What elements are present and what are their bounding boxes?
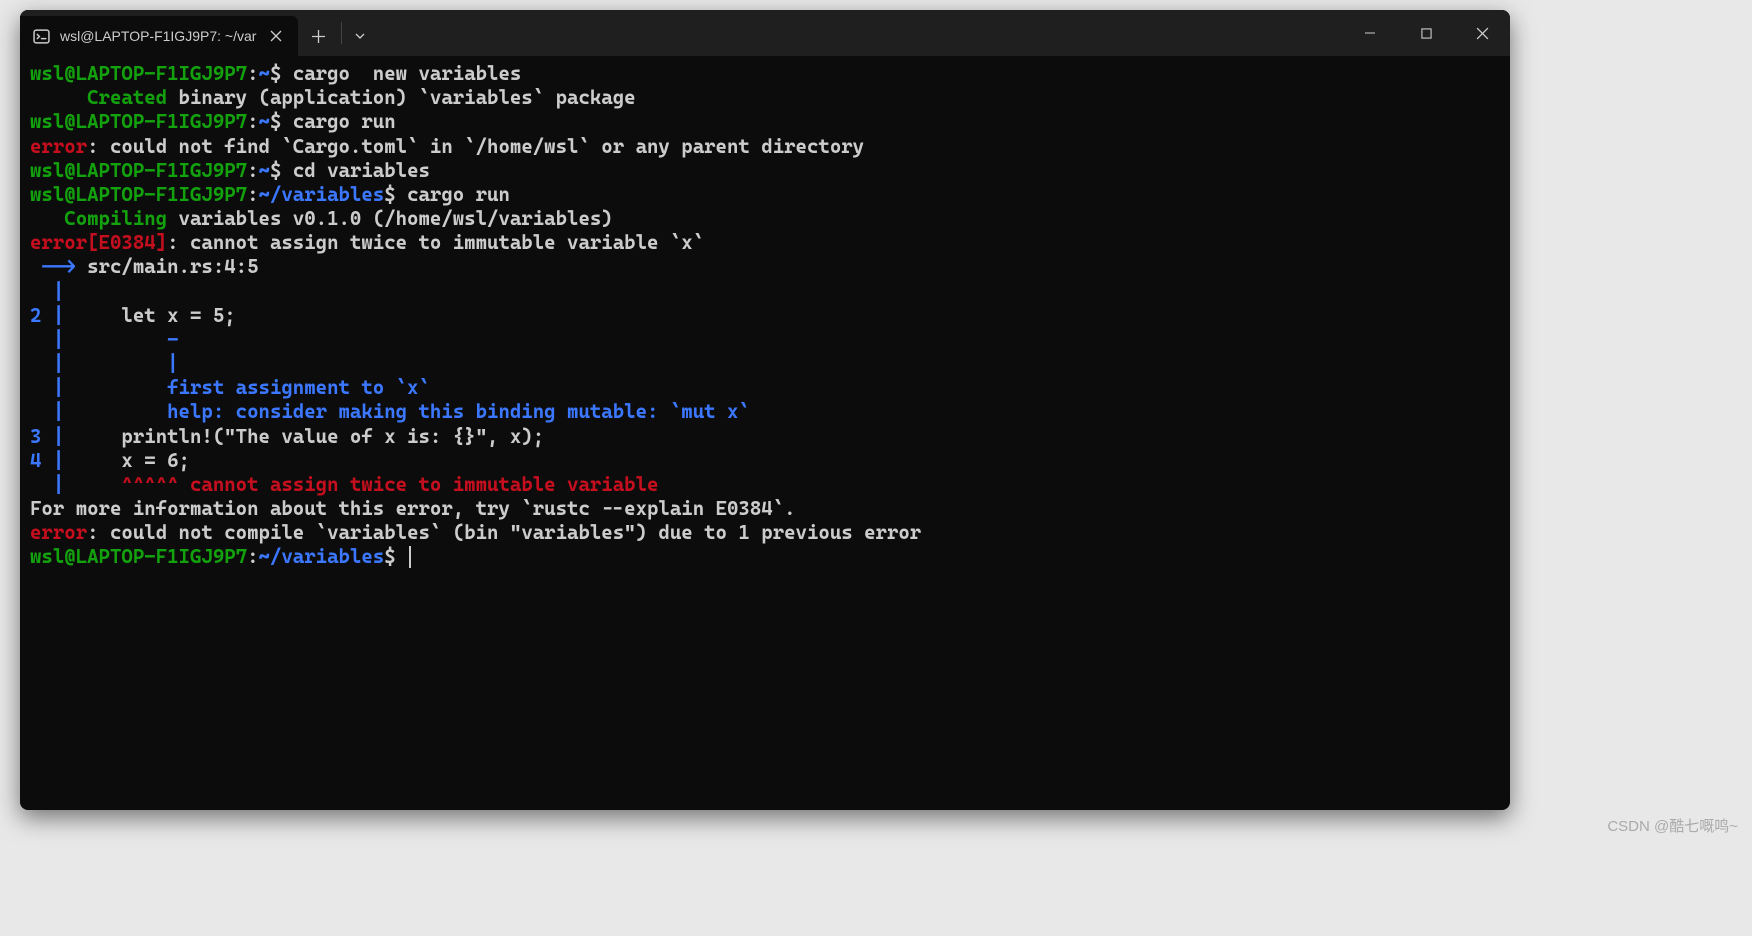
terminal-output[interactable]: wsl@LAPTOP-F1IGJ9P7:~$ cargo new variabl…	[20, 56, 1510, 810]
terminal-text: :	[247, 62, 258, 85]
terminal-text: | -	[30, 328, 179, 351]
tab-dropdown-button[interactable]	[344, 16, 376, 56]
terminal-tab[interactable]: wsl@LAPTOP-F1IGJ9P7: ~/var	[20, 16, 298, 56]
terminal-line: --> src/main.rs:4:5	[30, 255, 1500, 279]
terminal-text: src/main.rs:4:5	[76, 255, 259, 278]
terminal-text: $ cd variables	[270, 159, 430, 182]
divider	[341, 22, 342, 44]
terminal-text: :	[247, 159, 258, 182]
terminal-line: For more information about this error, t…	[30, 497, 1500, 521]
terminal-text: $	[384, 545, 407, 568]
terminal-text: ~/variables	[259, 183, 385, 206]
terminal-text: wsl@LAPTOP-F1IGJ9P7	[30, 159, 247, 182]
terminal-text: |	[30, 280, 64, 303]
terminal-text: | first assignment to `x`	[30, 376, 430, 399]
terminal-text: ~	[259, 159, 270, 182]
terminal-text: ~	[259, 110, 270, 133]
terminal-text: :	[247, 183, 258, 206]
terminal-text: let x = 5;	[64, 304, 235, 327]
terminal-text: variables v0.1.0 (/home/wsl/variables)	[167, 207, 613, 230]
terminal-text: 2 |	[30, 304, 64, 327]
terminal-text: -->	[30, 255, 76, 278]
terminal-text: $ cargo new variables	[270, 62, 521, 85]
terminal-line: 2 | let x = 5;	[30, 304, 1500, 328]
terminal-text: error	[30, 521, 87, 544]
terminal-line: wsl@LAPTOP-F1IGJ9P7:~/variables$	[30, 545, 1500, 569]
terminal-line: wsl@LAPTOP-F1IGJ9P7:~$ cargo new variabl…	[30, 62, 1500, 86]
terminal-text: ~	[259, 62, 270, 85]
minimize-button[interactable]	[1342, 10, 1398, 56]
terminal-text: | help: consider making this binding mut…	[30, 400, 750, 423]
window-controls	[1342, 10, 1510, 56]
tab-title: wsl@LAPTOP-F1IGJ9P7: ~/var	[60, 28, 256, 44]
terminal-text: error[E0384]	[30, 231, 167, 254]
terminal-line: 3 | println!("The value of x is: {}", x)…	[30, 425, 1500, 449]
terminal-text: | |	[30, 352, 179, 375]
terminal-text: Created	[30, 86, 167, 109]
terminal-line: |	[30, 280, 1500, 304]
terminal-line: wsl@LAPTOP-F1IGJ9P7:~$ cargo run	[30, 110, 1500, 134]
terminal-text: binary (application) `variables` package	[167, 86, 635, 109]
terminal-line: | -	[30, 328, 1500, 352]
close-tab-button[interactable]	[266, 26, 286, 46]
terminal-text: :	[247, 110, 258, 133]
terminal-text: println!("The value of x is: {}", x);	[64, 425, 544, 448]
maximize-button[interactable]	[1398, 10, 1454, 56]
terminal-line: error[E0384]: cannot assign twice to imm…	[30, 231, 1500, 255]
terminal-text: For more information about this error, t…	[30, 497, 796, 520]
titlebar: wsl@LAPTOP-F1IGJ9P7: ~/var	[20, 10, 1510, 56]
titlebar-drag-area[interactable]	[376, 10, 1342, 56]
terminal-line: | |	[30, 352, 1500, 376]
terminal-text: wsl@LAPTOP-F1IGJ9P7	[30, 545, 247, 568]
cursor	[409, 546, 411, 568]
terminal-line: | ^^^^^ cannot assign twice to immutable…	[30, 473, 1500, 497]
terminal-line: Compiling variables v0.1.0 (/home/wsl/va…	[30, 207, 1500, 231]
terminal-text: 3 |	[30, 425, 64, 448]
terminal-text: wsl@LAPTOP-F1IGJ9P7	[30, 110, 247, 133]
terminal-text: : cannot assign twice to immutable varia…	[167, 231, 704, 254]
terminal-text: : could not find `Cargo.toml` in `/home/…	[87, 135, 864, 158]
terminal-line: | first assignment to `x`	[30, 376, 1500, 400]
terminal-text: wsl@LAPTOP-F1IGJ9P7	[30, 62, 247, 85]
close-window-button[interactable]	[1454, 10, 1510, 56]
terminal-text: x = 6;	[64, 449, 190, 472]
terminal-line: | help: consider making this binding mut…	[30, 400, 1500, 424]
terminal-text: $ cargo run	[384, 183, 510, 206]
terminal-text: ~/variables	[259, 545, 385, 568]
new-tab-button[interactable]	[298, 16, 339, 56]
terminal-line: wsl@LAPTOP-F1IGJ9P7:~/variables$ cargo r…	[30, 183, 1500, 207]
terminal-text: $ cargo run	[270, 110, 396, 133]
terminal-text: |	[30, 473, 64, 496]
terminal-line: wsl@LAPTOP-F1IGJ9P7:~$ cd variables	[30, 159, 1500, 183]
terminal-text: wsl@LAPTOP-F1IGJ9P7	[30, 183, 247, 206]
terminal-line: 4 | x = 6;	[30, 449, 1500, 473]
terminal-icon	[32, 27, 50, 45]
terminal-text: :	[247, 545, 258, 568]
terminal-text: ^^^^^ cannot assign twice to immutable v…	[64, 473, 658, 496]
terminal-line: Created binary (application) `variables`…	[30, 86, 1500, 110]
terminal-line: error: could not find `Cargo.toml` in `/…	[30, 135, 1500, 159]
terminal-line: error: could not compile `variables` (bi…	[30, 521, 1500, 545]
watermark: CSDN @酷七嘅鸣~	[1607, 815, 1738, 836]
terminal-window: wsl@LAPTOP-F1IGJ9P7: ~/var	[20, 10, 1510, 810]
terminal-text: 4 |	[30, 449, 64, 472]
terminal-text: error	[30, 135, 87, 158]
terminal-text: : could not compile `variables` (bin "va…	[87, 521, 921, 544]
terminal-text: Compiling	[30, 207, 167, 230]
